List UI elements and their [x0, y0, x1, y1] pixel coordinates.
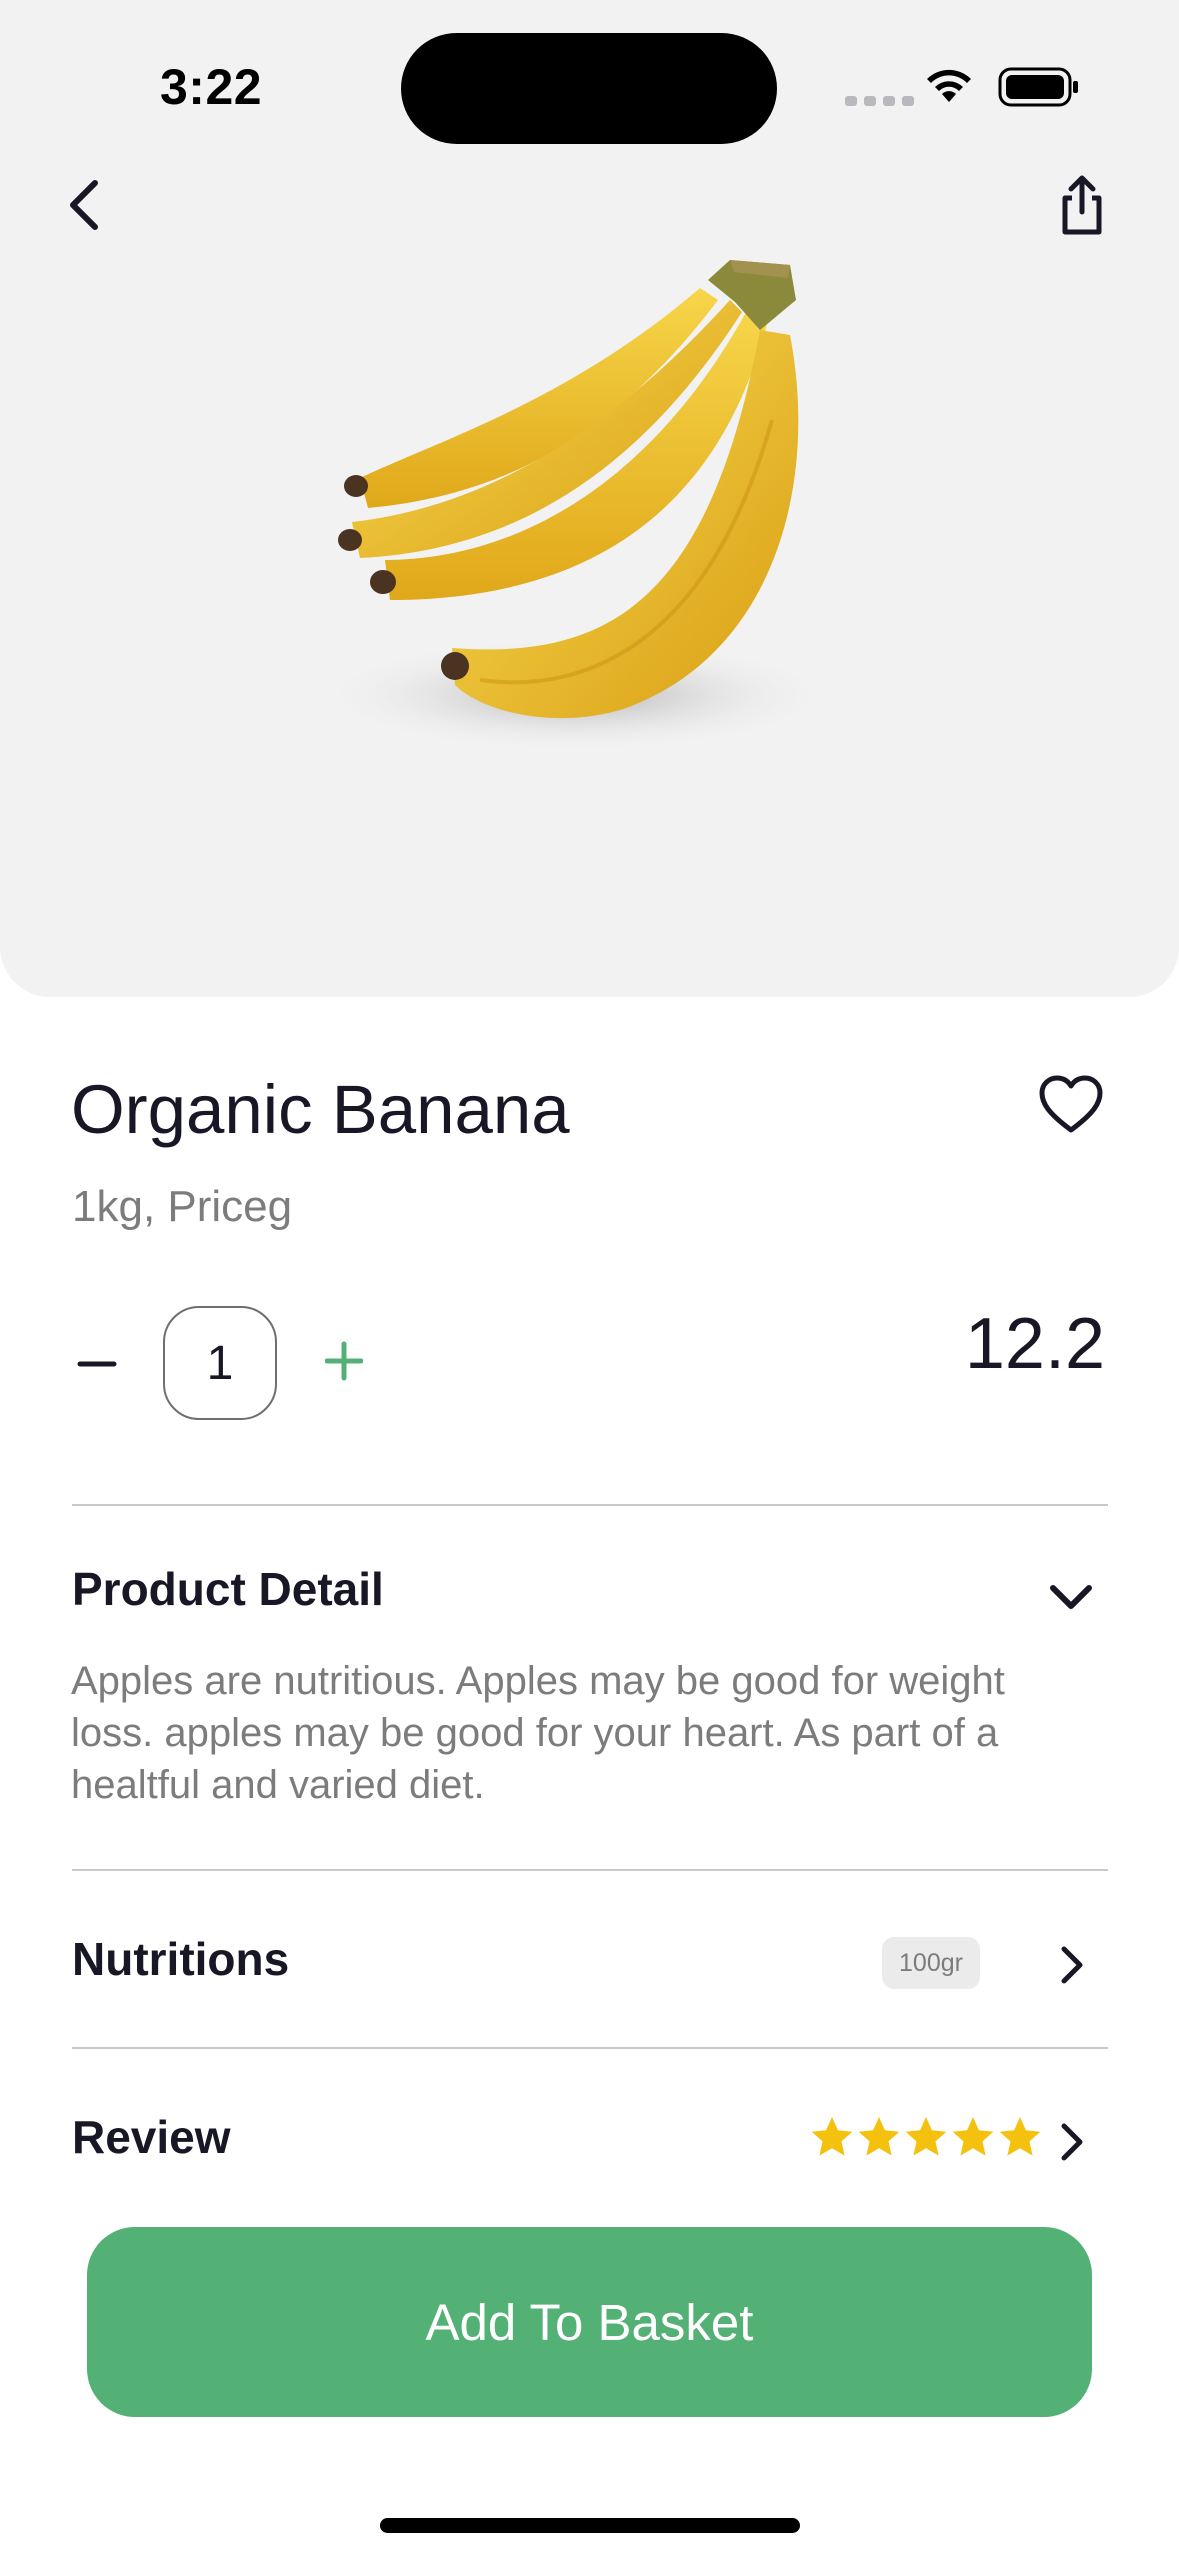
star-icon [858, 2117, 900, 2156]
share-icon[interactable] [1052, 172, 1112, 238]
product-hero: 3:22 [0, 0, 1179, 997]
quantity-value[interactable]: 1 [163, 1306, 277, 1420]
add-to-basket-button[interactable]: Add To Basket [87, 2227, 1092, 2417]
home-indicator[interactable] [380, 2518, 800, 2533]
status-time: 3:22 [160, 59, 263, 115]
cellular-signal-icon [845, 96, 914, 106]
back-chevron-icon[interactable] [60, 175, 110, 235]
review-rating-stars [810, 2115, 1042, 2159]
product-detail-description: Apples are nutritious. Apples may be goo… [71, 1659, 1005, 1807]
star-icon [811, 2117, 853, 2156]
product-detail-screen: 3:22 Organic Banana 1kg, Priceg 1 12.2 P… [0, 0, 1179, 2556]
star-icon [999, 2117, 1041, 2156]
product-title: Organic Banana [71, 1071, 570, 1148]
banana-bunch-image [315, 260, 835, 753]
chevron-right-icon[interactable] [1056, 2120, 1088, 2164]
divider [72, 1504, 1108, 1506]
divider [72, 1869, 1108, 1871]
review-title[interactable]: Review [72, 2110, 231, 2164]
star-icon [952, 2117, 994, 2156]
battery-icon [998, 67, 1078, 107]
decrease-quantity-minus-icon[interactable] [76, 1336, 118, 1392]
nutritions-title[interactable]: Nutritions [72, 1932, 289, 1986]
product-price: 12.2 [964, 1304, 1105, 1384]
star-icon [905, 2117, 947, 2156]
dynamic-island [401, 33, 777, 144]
product-unit-price-label: 1kg, Priceg [72, 1182, 293, 1231]
nutrition-amount-badge: 100gr [882, 1937, 980, 1989]
chevron-down-icon[interactable] [1046, 1580, 1096, 1614]
favorite-heart-icon[interactable] [1038, 1075, 1104, 1135]
product-detail-title[interactable]: Product Detail [72, 1562, 384, 1616]
increase-quantity-plus-icon[interactable] [325, 1340, 363, 1382]
divider [72, 2047, 1108, 2049]
chevron-right-icon[interactable] [1056, 1943, 1088, 1987]
wifi-icon [927, 69, 971, 102]
